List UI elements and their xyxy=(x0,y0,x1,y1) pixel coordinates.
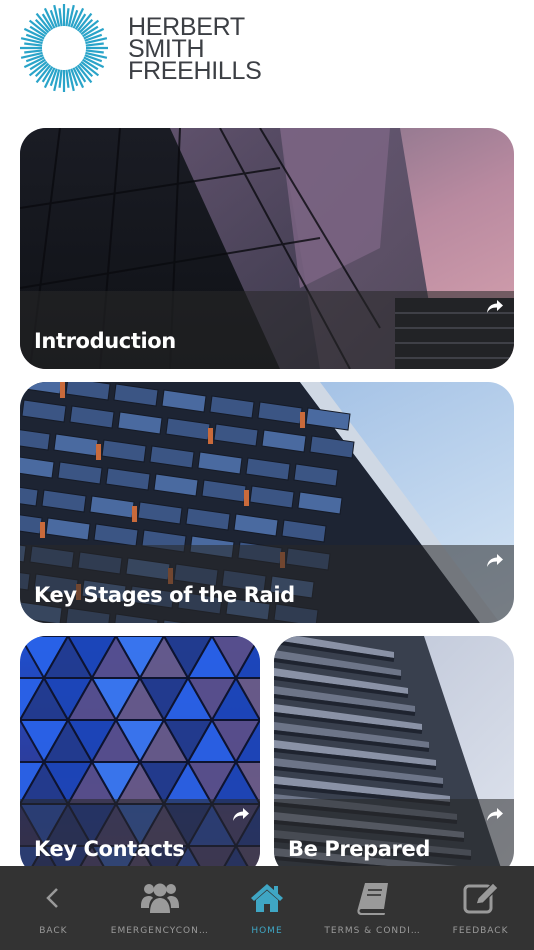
nav-feedback[interactable]: FEEDBACK xyxy=(427,866,534,950)
users-icon xyxy=(141,883,180,913)
share-icon[interactable] xyxy=(486,299,504,315)
tile-title: Key Contacts xyxy=(34,837,185,861)
tile-key-stages[interactable]: Key Stages of the Raid xyxy=(20,382,514,623)
nav-home[interactable]: HOME xyxy=(214,866,321,950)
sunburst-logo-icon xyxy=(20,4,108,92)
app-screen: HERBERT SMITH FREEHILLS Introduction Key… xyxy=(0,0,534,950)
share-icon[interactable] xyxy=(232,807,250,823)
tile-title: Be Prepared xyxy=(288,837,430,861)
nav-label: BACK xyxy=(39,926,68,936)
tile-introduction[interactable]: Introduction xyxy=(20,128,514,369)
chevron-left-icon xyxy=(46,888,59,908)
nav-label: HOME xyxy=(251,926,283,936)
nav-emergency-contacts[interactable]: EMERGENCYCONT... xyxy=(107,866,214,950)
tile-be-prepared[interactable]: Be Prepared xyxy=(274,636,514,877)
edit-icon xyxy=(463,882,499,914)
share-icon[interactable] xyxy=(486,807,504,823)
nav-label: TERMS & CONDITI... xyxy=(324,926,428,936)
brand-name-line: FREEHILLS xyxy=(128,57,262,85)
bottom-navigation: BACK EMERGENCYCONT... HOME TERMS & CONDI… xyxy=(0,866,534,950)
share-icon[interactable] xyxy=(486,553,504,569)
tile-key-contacts[interactable]: Key Contacts xyxy=(20,636,260,877)
nav-label: EMERGENCYCONT... xyxy=(110,926,214,936)
nav-terms-conditions[interactable]: TERMS & CONDITI... xyxy=(320,866,427,950)
nav-back[interactable]: BACK xyxy=(0,866,107,950)
tile-title: Introduction xyxy=(34,329,176,353)
home-icon xyxy=(250,884,283,912)
brand-name: HERBERT SMITH FREEHILLS xyxy=(128,15,262,85)
book-icon xyxy=(357,883,388,915)
tile-title: Key Stages of the Raid xyxy=(34,583,295,607)
brand-logo: HERBERT SMITH FREEHILLS xyxy=(18,2,262,94)
nav-label: FEEDBACK xyxy=(452,926,509,936)
